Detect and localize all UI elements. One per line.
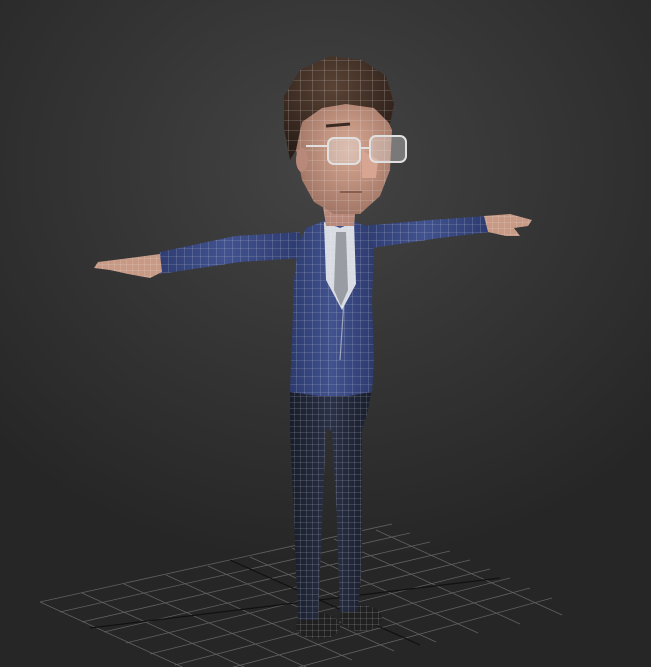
eyebrow	[325, 122, 351, 128]
right-hand	[484, 214, 532, 236]
left-hand	[94, 254, 162, 278]
left-arm	[150, 232, 302, 274]
ear	[296, 148, 308, 172]
right-arm	[360, 216, 490, 248]
character-model[interactable]	[94, 56, 532, 639]
3d-viewport[interactable]	[0, 0, 651, 667]
trousers	[290, 388, 372, 620]
